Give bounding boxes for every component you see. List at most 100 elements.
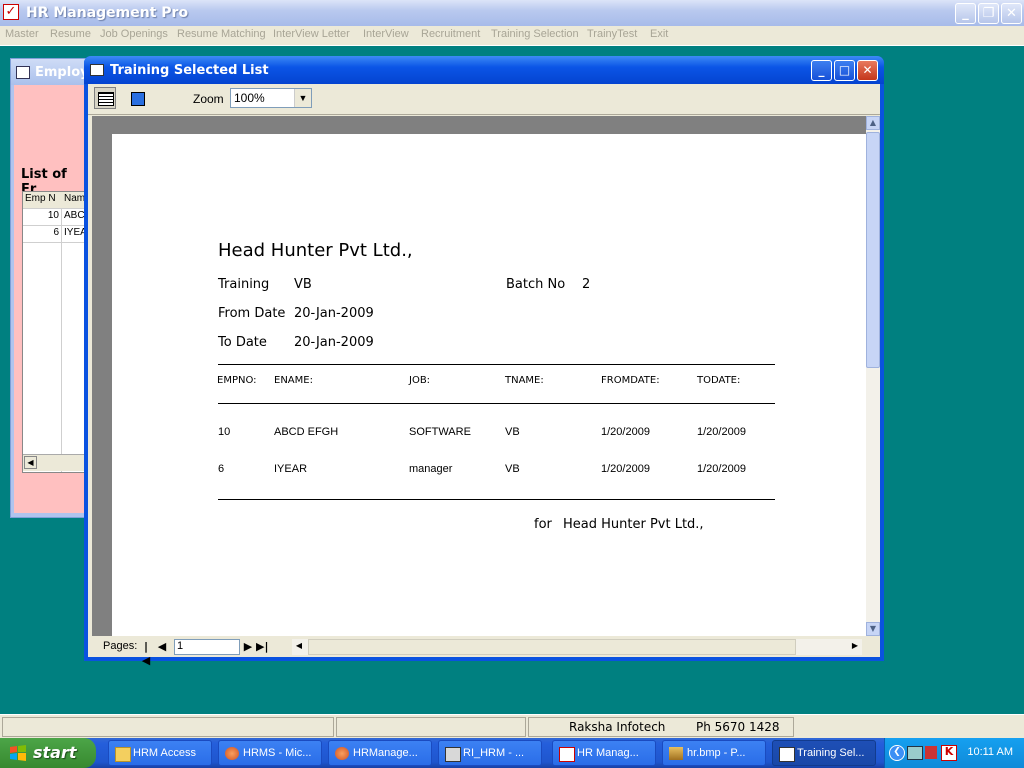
table-row[interactable]: 6 IYEA	[23, 226, 87, 243]
menu-resume-matching[interactable]: Resume Matching	[177, 28, 266, 40]
minimize-button[interactable]: _	[811, 60, 832, 81]
training-window-title: Training Selected List	[110, 63, 269, 78]
cell-ename: IYEAR	[274, 463, 308, 475]
cell-name: ABC	[64, 210, 85, 221]
chevron-left-icon[interactable]: ❮	[889, 745, 905, 761]
menu-interview-letter[interactable]: InterView Letter	[273, 28, 350, 40]
app-icon	[445, 747, 461, 762]
menu-resume[interactable]: Resume	[50, 28, 91, 40]
taskbar-button-hrm-access[interactable]: HRM Access	[108, 740, 212, 766]
taskbar-button-hr-manag[interactable]: HR Manag...	[552, 740, 656, 766]
report-icon	[779, 747, 795, 762]
cell-todate: 1/20/2009	[697, 463, 746, 475]
from-date-label: From Date	[218, 306, 286, 321]
grid-header-empno[interactable]: Emp N	[25, 193, 56, 204]
export-button[interactable]	[126, 87, 148, 109]
scroll-left-icon[interactable]: ◀	[292, 640, 306, 654]
batch-label: Batch No	[506, 277, 566, 292]
training-selected-list-window[interactable]: Training Selected List _ □ ✕ Zoom 100% ▼…	[84, 56, 884, 667]
menu-master[interactable]: Master	[5, 28, 39, 40]
employee-window[interactable]: Employe List of Er Emp N Nam 10 ABC 6 IY…	[10, 58, 97, 518]
scroll-down-icon[interactable]: ▼	[866, 622, 880, 636]
taskbar-button-hrmanage[interactable]: HRManage...	[328, 740, 432, 766]
export-icon	[131, 92, 145, 106]
maximize-button[interactable]: □	[834, 60, 855, 81]
windows-logo-icon	[10, 745, 26, 761]
status-company: Raksha Infotech	[569, 720, 666, 734]
training-label: Training	[218, 277, 270, 292]
pages-label: Pages:	[103, 640, 138, 652]
restore-button[interactable]: ❐	[978, 3, 999, 24]
horizontal-scroll-thumb[interactable]	[308, 639, 796, 655]
footer-for: for	[534, 517, 552, 532]
menu-trainytest[interactable]: TrainyTest	[587, 28, 637, 40]
cell-tname: VB	[505, 426, 520, 438]
clock[interactable]: 10:11 AM	[967, 746, 1013, 758]
taskbar-button-ri-hrm[interactable]: RI_HRM - ...	[438, 740, 542, 766]
employee-window-title-bar[interactable]: Employe	[11, 59, 97, 85]
taskbar-button-hrms-mic[interactable]: HRMS - Mic...	[218, 740, 322, 766]
menu-job-openings[interactable]: Job Openings	[100, 28, 168, 40]
menu-training-selection[interactable]: Training Selection	[491, 28, 579, 40]
zoom-label: Zoom	[193, 92, 224, 106]
close-button[interactable]: ✕	[1001, 3, 1022, 24]
page-number-input[interactable]: 1	[174, 639, 240, 655]
cell-todate: 1/20/2009	[697, 426, 746, 438]
training-window-title-bar[interactable]: Training Selected List _ □ ✕	[84, 56, 884, 84]
grid-horizontal-scrollbar[interactable]: ◀	[23, 454, 85, 471]
zoom-select[interactable]: 100% ▼	[230, 88, 312, 108]
vertical-scroll-thumb[interactable]	[866, 132, 880, 368]
taskbar-button-hr-bmp[interactable]: hr.bmp - P...	[662, 740, 766, 766]
print-icon	[98, 92, 114, 106]
menu-recruitment[interactable]: Recruitment	[421, 28, 480, 40]
menu-interview[interactable]: InterView	[363, 28, 409, 40]
employee-grid[interactable]: Emp N Nam 10 ABC 6 IYEA ◀	[22, 191, 87, 473]
start-button[interactable]: start	[0, 738, 96, 768]
vertical-scrollbar[interactable]: ▲ ▼	[866, 116, 880, 636]
cell-empno: 10	[47, 210, 59, 221]
last-page-icon[interactable]: ▶|	[256, 640, 268, 654]
network-icon[interactable]	[907, 746, 923, 760]
scroll-up-icon[interactable]: ▲	[866, 116, 880, 130]
menu-bar: Master Resume Job Openings Resume Matchi…	[0, 26, 1024, 46]
app-title: HR Management Pro	[26, 5, 189, 21]
taskbar-button-training-sel[interactable]: Training Sel...	[772, 740, 876, 766]
first-page-icon[interactable]: |◀	[140, 640, 152, 667]
taskbar-button-label: HRM Access	[133, 747, 196, 759]
report-preview-area: Head Hunter Pvt Ltd., Training VB Batch …	[92, 116, 866, 636]
scroll-right-icon[interactable]: ▶	[848, 640, 862, 654]
antivirus-icon[interactable]: K	[941, 745, 957, 761]
print-button[interactable]	[94, 87, 116, 109]
next-page-icon[interactable]: ▶	[242, 640, 254, 654]
footer-company: Head Hunter Pvt Ltd.,	[563, 517, 704, 532]
table-row[interactable]: 10 ABC	[23, 209, 85, 226]
taskbar-button-label: RI_HRM - ...	[463, 747, 525, 759]
main-title-bar[interactable]: ✓ HR Management Pro _ ❐ ✕	[0, 0, 1024, 26]
cell-job: SOFTWARE	[409, 426, 471, 438]
scroll-left-icon[interactable]: ◀	[24, 456, 37, 469]
taskbar-button-label: HRManage...	[353, 747, 418, 759]
pages-navigation-bar: Pages: |◀ ◀ 1 ▶ ▶| ◀ ▶	[88, 636, 880, 667]
zoom-value: 100%	[234, 91, 265, 105]
training-value: VB	[294, 277, 312, 292]
close-button[interactable]: ✕	[857, 60, 878, 81]
chevron-down-icon[interactable]: ▼	[294, 89, 311, 107]
system-tray: ❮ K 10:11 AM	[884, 738, 1024, 768]
divider	[218, 364, 775, 365]
cell-ename: ABCD EFGH	[274, 426, 339, 438]
cell-fromdate: 1/20/2009	[601, 426, 650, 438]
menu-exit[interactable]: Exit	[650, 28, 668, 40]
previous-page-icon[interactable]: ◀	[156, 640, 168, 654]
folder-icon	[115, 747, 131, 762]
taskbar: start HRM Access HRMS - Mic... HRManage.…	[0, 738, 1024, 768]
divider	[218, 499, 775, 500]
horizontal-scrollbar[interactable]: ◀ ▶	[292, 639, 862, 655]
status-panel-2	[336, 717, 526, 737]
from-date-value: 20-Jan-2009	[294, 306, 374, 321]
col-job: JOB:	[409, 375, 431, 386]
col-empno: EMPNO:	[217, 375, 257, 386]
status-bar: Raksha Infotech Ph 5670 1428	[0, 714, 1024, 739]
speaker-icon[interactable]	[925, 746, 937, 759]
minimize-button[interactable]: _	[955, 3, 976, 24]
grid-header-name[interactable]: Nam	[64, 193, 85, 204]
